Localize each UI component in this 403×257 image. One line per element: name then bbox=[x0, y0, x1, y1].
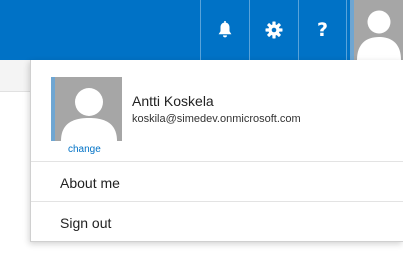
top-app-bar: ? bbox=[0, 0, 403, 60]
bell-icon bbox=[218, 21, 231, 38]
change-photo-link[interactable]: change bbox=[68, 144, 101, 155]
screen: ? change Antti Koskela koskila@simedev.o… bbox=[0, 0, 403, 257]
help-button[interactable]: ? bbox=[298, 0, 347, 60]
sign-out-label: Sign out bbox=[60, 215, 112, 231]
account-avatar-button[interactable] bbox=[350, 0, 403, 60]
profile-card: change Antti Koskela koskila@simedev.onm… bbox=[31, 60, 403, 161]
user-silhouette-icon bbox=[61, 88, 117, 141]
question-icon: ? bbox=[316, 19, 329, 41]
user-email: koskila@simedev.onmicrosoft.com bbox=[132, 113, 301, 125]
settings-button[interactable] bbox=[249, 0, 297, 60]
gear-icon bbox=[265, 21, 282, 39]
about-me-label: About me bbox=[60, 175, 120, 191]
user-silhouette-icon bbox=[357, 10, 401, 60]
about-me-menu-item[interactable]: About me bbox=[31, 161, 403, 201]
profile-photo[interactable] bbox=[51, 77, 122, 141]
notifications-button[interactable] bbox=[200, 0, 248, 60]
user-name: Antti Koskela bbox=[132, 93, 214, 109]
sign-out-menu-item[interactable]: Sign out bbox=[31, 201, 403, 241]
account-flyout: change Antti Koskela koskila@simedev.onm… bbox=[30, 60, 403, 242]
